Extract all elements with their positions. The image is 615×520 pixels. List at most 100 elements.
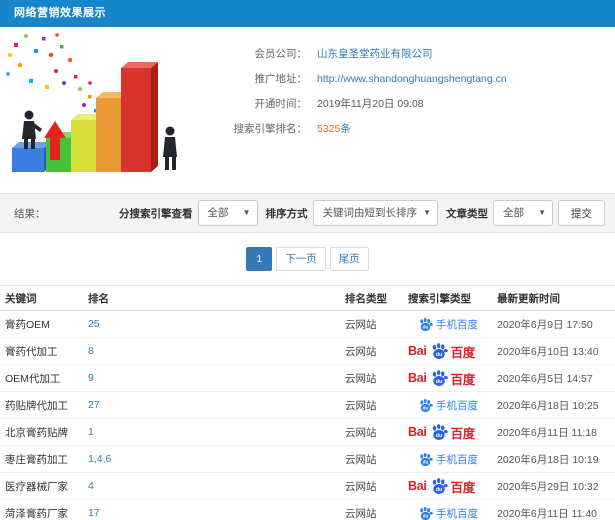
rank-link[interactable]: 8 xyxy=(88,345,345,357)
businessman-right xyxy=(163,126,177,170)
svg-text:du: du xyxy=(435,352,442,358)
rank-type-cell: 云网站 xyxy=(345,399,377,412)
keyword-cell: 药贴牌代加工 xyxy=(5,399,68,412)
article-type-select[interactable]: 全部 ▼ xyxy=(493,200,553,226)
baidu-logo-cn: 百度 xyxy=(450,372,476,387)
rank-type-cell: 云网站 xyxy=(345,345,377,358)
rank-link[interactable]: 25 xyxy=(88,318,345,330)
engine-rank-label: 搜索引擎排名： xyxy=(233,123,308,135)
company-row: 会员公司： 山东皇圣堂药业有限公司 xyxy=(192,41,507,66)
baidu-logo-cn: 百度 xyxy=(450,480,476,495)
chevron-down-icon: ▼ xyxy=(423,208,431,217)
col-engine-type: 搜索引擎类型 xyxy=(408,292,471,305)
baidu-logo: Bai du 百度 xyxy=(408,342,497,361)
open-time-label: 开通时间： xyxy=(254,98,308,110)
sort-selected: 关键词由短到长排序 xyxy=(322,207,418,219)
chevron-down-icon: ▼ xyxy=(538,208,546,217)
submit-button[interactable]: 提交 xyxy=(558,200,605,226)
col-keyword: 关键词 xyxy=(5,292,37,305)
table-row: 菏泽膏药厂家 17 云网站 du 手机百度 2020年6月11日 11:40 xyxy=(0,500,615,520)
updated-cell: 2020年6月5日 14:57 xyxy=(497,372,593,385)
baidu-logo: Bai du 百度 xyxy=(408,477,497,496)
results-table: 关键词 排名 排名类型 搜索引擎类型 最新更新时间 膏药OEM 25 云网站 du 手机… xyxy=(0,285,615,520)
table-header-row: 关键词 排名 排名类型 搜索引擎类型 最新更新时间 xyxy=(0,286,615,311)
updated-cell: 2020年6月11日 11:18 xyxy=(497,426,598,439)
mobile-baidu-label: 手机百度 xyxy=(436,399,478,412)
baidu-logo-cn: 百度 xyxy=(450,426,476,441)
engine-rank-row: 搜索引擎排名： 5325条 xyxy=(192,116,507,141)
filter-bar: 结果： 分搜索引擎查看 全部 ▼ 排序方式 关键词由短到长排序 ▼ 文章类型 全… xyxy=(0,193,615,233)
table-row: 药贴牌代加工 27 云网站 du 手机百度 2020年6月18日 10:25 xyxy=(0,392,615,419)
keyword-cell: 医疗器械厂家 xyxy=(5,480,68,493)
member-info-section: 会员公司： 山东皇圣堂药业有限公司 推广地址： http://www.shand… xyxy=(0,27,615,193)
next-page-button[interactable]: 下一页 xyxy=(276,247,326,271)
keyword-cell: 膏药OEM xyxy=(5,318,50,331)
rank-link[interactable]: 1 xyxy=(88,426,345,438)
mobile-baidu-logo: du 手机百度 xyxy=(408,506,497,520)
table-row: 膏药代加工 8 云网站 Bai du 百度 2020年6月10日 13:40 xyxy=(0,338,615,365)
updated-cell: 2020年6月10日 13:40 xyxy=(497,345,599,358)
rank-type-cell: 云网站 xyxy=(345,453,377,466)
baidu-logo-latin: Bai xyxy=(408,371,427,385)
company-link[interactable]: 山东皇圣堂药业有限公司 xyxy=(317,48,433,60)
keyword-cell: 枣庄膏药加工 xyxy=(5,453,68,466)
mobile-baidu-logo: du 手机百度 xyxy=(408,398,497,413)
promo-url-label: 推广地址： xyxy=(254,73,308,85)
table-row: 医疗器械厂家 4 云网站 Bai du 百度 2020年5月29日 10:32 xyxy=(0,473,615,500)
baidu-paw-icon: du xyxy=(420,398,433,412)
updated-cell: 2020年5月29日 10:32 xyxy=(497,480,599,493)
baidu-logo-latin: Bai xyxy=(408,479,427,493)
updated-cell: 2020年6月18日 10:19 xyxy=(497,453,599,466)
updated-cell: 2020年6月18日 10:25 xyxy=(497,399,599,412)
rank-link[interactable]: 27 xyxy=(88,399,345,411)
mobile-baidu-logo: du 手机百度 xyxy=(408,317,497,332)
marketing-chart-illustration xyxy=(0,27,192,189)
col-updated: 最新更新时间 xyxy=(497,292,560,305)
rank-link[interactable]: 4 xyxy=(88,480,345,492)
company-label: 会员公司： xyxy=(254,48,308,60)
last-page-button[interactable]: 尾页 xyxy=(329,247,369,271)
baidu-logo-latin: Bai xyxy=(408,425,427,439)
rank-unit: 条 xyxy=(340,123,351,135)
baidu-paw-icon: du xyxy=(420,452,433,466)
sort-label: 排序方式 xyxy=(265,207,308,220)
page-title: 网络营销效果展示 xyxy=(14,7,106,19)
rank-link[interactable]: 17 xyxy=(88,507,345,519)
table-body: 膏药OEM 25 云网站 du 手机百度 2020年6月9日 17:50 膏药代加工 8 云网站… xyxy=(0,311,615,520)
article-type-label: 文章类型 xyxy=(446,207,488,220)
rank-type-cell: 云网站 xyxy=(345,426,377,439)
page-1-button[interactable]: 1 xyxy=(246,247,273,271)
promo-url-link[interactable]: http://www.shandonghuangshengtang.cn xyxy=(317,73,507,85)
rank-count: 5325 xyxy=(317,123,341,135)
table-row: 膏药OEM 25 云网站 du 手机百度 2020年6月9日 17:50 xyxy=(0,311,615,338)
rank-link[interactable]: 1,4,6 xyxy=(88,453,345,465)
baidu-logo: Bai du 百度 xyxy=(408,369,497,388)
keyword-cell: 膏药代加工 xyxy=(5,345,58,358)
sort-select[interactable]: 关键词由短到长排序 ▼ xyxy=(312,200,438,226)
baidu-paw-icon: du xyxy=(432,478,448,494)
svg-text:du: du xyxy=(423,513,429,518)
svg-text:du: du xyxy=(423,324,429,329)
table-row: 枣庄膏药加工 1,4,6 云网站 du 手机百度 2020年6月18日 10:19 xyxy=(0,446,615,473)
open-time-value: 2019年11月20日 09:08 xyxy=(317,98,424,110)
open-time-row: 开通时间： 2019年11月20日 09:08 xyxy=(192,91,507,116)
rank-type-cell: 云网站 xyxy=(345,507,377,520)
col-rank: 排名 xyxy=(88,292,109,305)
updated-cell: 2020年6月9日 17:50 xyxy=(497,318,593,331)
engine-view-select[interactable]: 全部 ▼ xyxy=(197,200,258,226)
rank-type-cell: 云网站 xyxy=(345,318,377,331)
baidu-logo-latin: Bai xyxy=(408,344,427,358)
svg-text:du: du xyxy=(435,433,442,439)
rank-type-cell: 云网站 xyxy=(345,372,377,385)
baidu-logo-cn: 百度 xyxy=(450,345,476,360)
col-rank-type: 排名类型 xyxy=(345,292,387,305)
result-label: 结果： xyxy=(14,207,46,220)
mobile-baidu-label: 手机百度 xyxy=(436,507,478,520)
baidu-paw-icon: du xyxy=(432,424,448,440)
baidu-logo: Bai du 百度 xyxy=(408,423,497,442)
member-info-list: 会员公司： 山东皇圣堂药业有限公司 推广地址： http://www.shand… xyxy=(192,27,507,193)
mobile-baidu-label: 手机百度 xyxy=(436,318,478,331)
svg-text:du: du xyxy=(423,405,429,410)
rank-link[interactable]: 9 xyxy=(88,372,345,384)
baidu-paw-icon: du xyxy=(432,370,448,386)
